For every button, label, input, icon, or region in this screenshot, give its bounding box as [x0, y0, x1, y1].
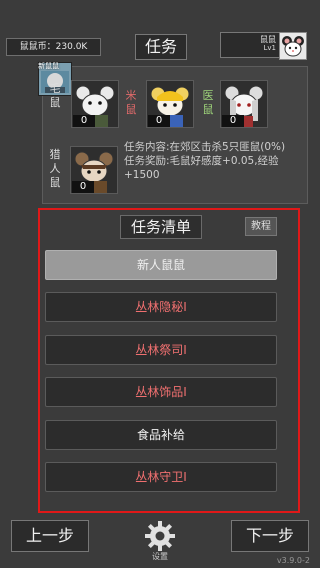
portrait-medic-mouse[interactable]: 0 — [220, 80, 268, 128]
player-info[interactable]: 鼠鼠 Lv1 — [220, 32, 280, 58]
prev-step-button[interactable]: 上一步 — [11, 520, 89, 552]
tutorial-button[interactable]: 教程 — [245, 217, 277, 236]
member-count: 0 — [222, 115, 244, 127]
portrait-hunter-mouse[interactable]: 0 — [70, 146, 118, 194]
member-count: 0 — [73, 115, 95, 127]
badge-label: 新鼠鼠 — [38, 62, 59, 70]
role-label-hunter-mouse: 猎人鼠 — [49, 148, 61, 189]
mouse-avatar-icon — [282, 36, 304, 57]
task-list-title: 任务清单 — [120, 215, 202, 239]
task-item[interactable]: 丛林饰品I — [45, 377, 277, 407]
gear-icon — [145, 521, 175, 551]
settings-label: 设置 — [152, 552, 168, 561]
currency-display: 鼠鼠币：230.0K — [6, 38, 101, 56]
task-item[interactable]: 丛林隐秘I — [45, 292, 277, 322]
version-label: v3.9.0-2 — [276, 556, 310, 565]
portrait-rice-mouse[interactable]: 0 — [146, 80, 194, 128]
task-item[interactable]: 食品补给 — [45, 420, 277, 450]
task-item[interactable]: 丛林祭司I — [45, 335, 277, 365]
portrait-fur-mouse[interactable]: 0 — [71, 80, 119, 128]
role-label-medic-mouse: 医鼠 — [202, 89, 214, 116]
quest-info: 任务内容:在郊区击杀5只匪鼠(0%) 任务奖励:毛鼠好感度+0.05,经验+15… — [124, 140, 304, 182]
task-item[interactable]: 新人鼠鼠 — [45, 250, 277, 280]
member-count: 0 — [148, 115, 170, 127]
member-count: 0 — [72, 181, 94, 193]
quest-reward: 任务奖励:毛鼠好感度+0.05,经验+1500 — [124, 155, 279, 181]
quest-description: 任务内容:在郊区击杀5只匪鼠(0%) — [124, 141, 286, 153]
role-label-rice-mouse: 米鼠 — [125, 89, 137, 116]
player-level: Lv1 — [263, 44, 277, 52]
player-avatar[interactable] — [279, 32, 307, 60]
page-title: 任务 — [135, 34, 187, 60]
next-step-button[interactable]: 下一步 — [231, 520, 309, 552]
task-item[interactable]: 丛林守卫I — [45, 462, 277, 492]
settings-button[interactable] — [144, 520, 176, 552]
role-label-fur-mouse: 毛鼠 — [49, 82, 61, 109]
